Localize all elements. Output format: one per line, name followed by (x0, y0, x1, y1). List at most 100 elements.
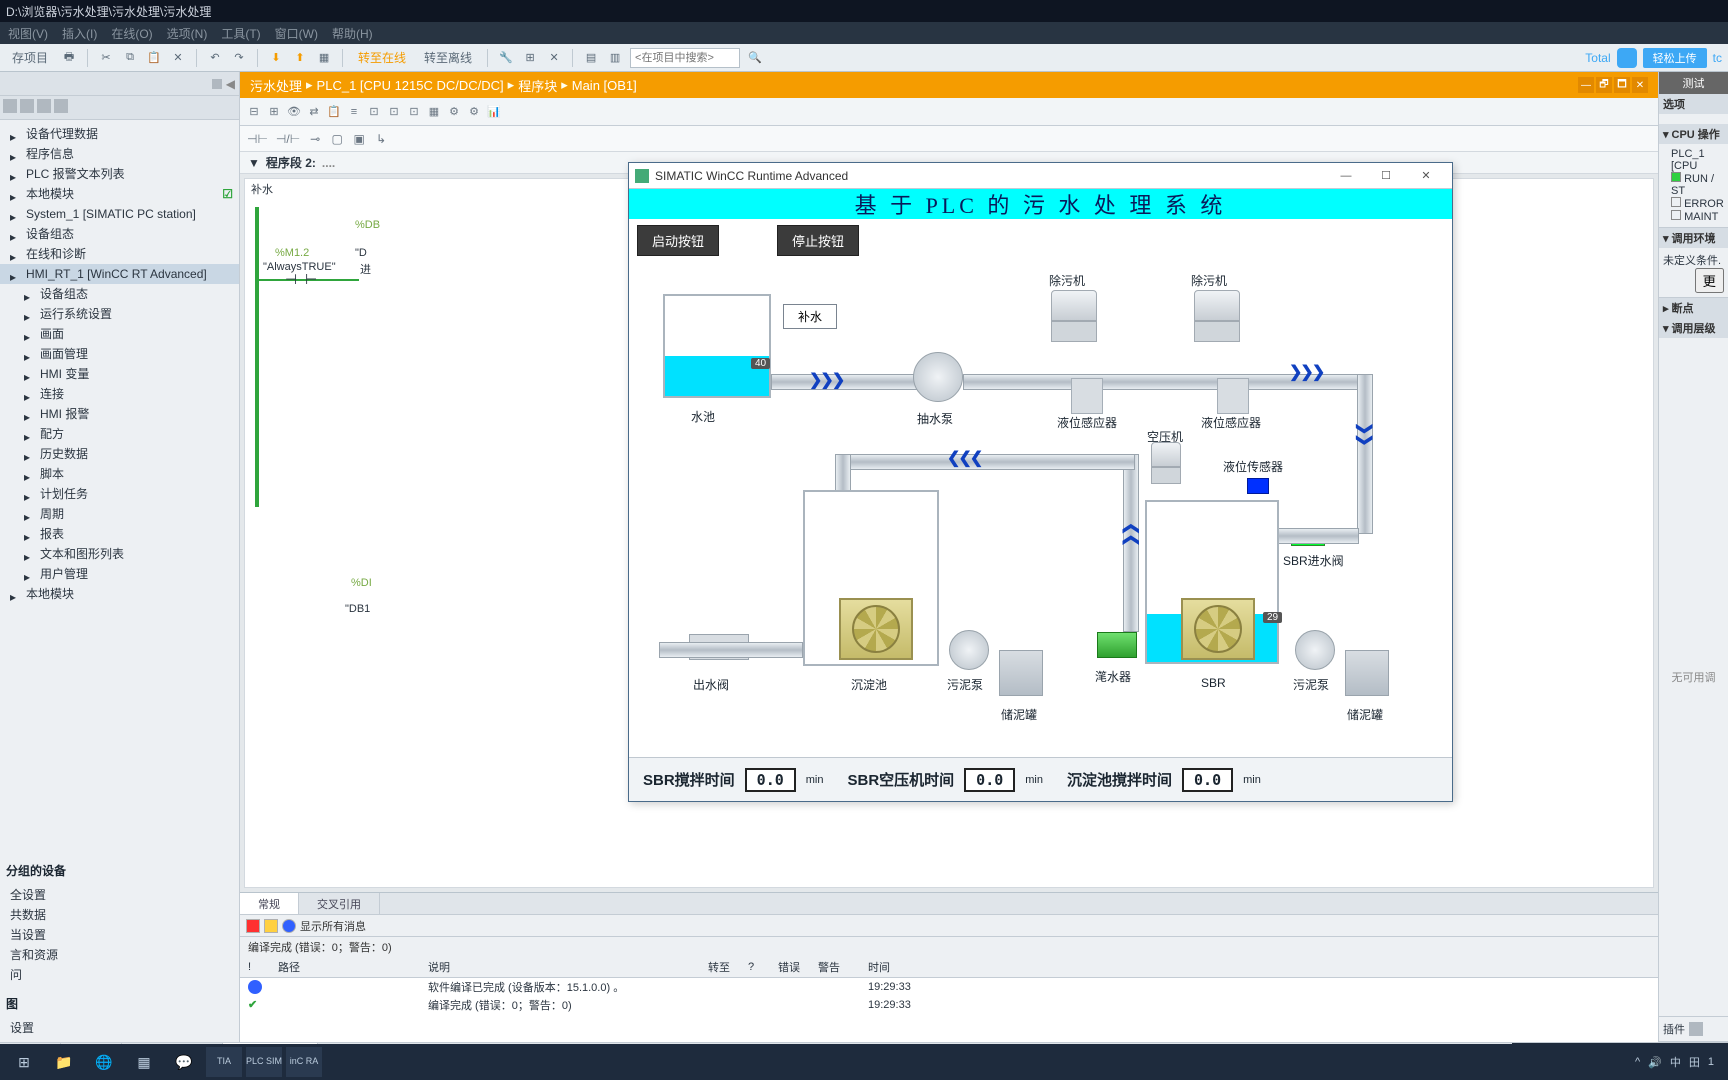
copy-icon[interactable]: ⧉ (121, 48, 139, 68)
sed-stir-value[interactable]: 0.0 (1182, 768, 1233, 792)
tree-item[interactable]: ▸本地模块☑ (0, 184, 239, 204)
callstack-header[interactable]: 调用层级 (1672, 320, 1716, 336)
tray-sound-icon[interactable]: 🔊 (1648, 1056, 1662, 1069)
tree-item[interactable]: ▸连接 (0, 384, 239, 404)
contact-icon[interactable]: ⊣⊢ (246, 131, 269, 147)
tool-icon[interactable]: ⊡ (406, 104, 422, 120)
clock[interactable]: 1 (1708, 1056, 1714, 1068)
tree-tool-icon[interactable] (3, 99, 17, 113)
menu-options[interactable]: 选项(N) (167, 25, 208, 42)
grouped-tree[interactable]: 全设置共数据当设置言和资源问 (0, 881, 239, 989)
split-icon[interactable]: ▤ (582, 48, 600, 68)
show-all-label[interactable]: 显示所有消息 (300, 918, 366, 934)
wechat-icon[interactable]: 💬 (166, 1047, 202, 1077)
tree-item[interactable]: 全设置 (0, 885, 239, 905)
output-row[interactable]: 软件编译已完成 (设备版本：15.1.0.0) 。19:29:33 (240, 978, 1658, 997)
tool-icon[interactable]: 👁 (286, 104, 302, 120)
tree-item[interactable]: 当设置 (0, 925, 239, 945)
output-table[interactable]: ! 路径 说明 转至 ? 错误 警告 时间 软件编译已完成 (设备版本：15.1… (240, 957, 1658, 1042)
split-icon[interactable]: ▥ (606, 48, 624, 68)
tool-icon[interactable]: 📋 (326, 104, 342, 120)
tool-icon[interactable]: ⊡ (366, 104, 382, 120)
tree-item[interactable]: ▸程序信息 (0, 144, 239, 164)
tree-item[interactable]: ▸周期 (0, 504, 239, 524)
col-desc[interactable]: 说明 (420, 957, 700, 978)
plugin-icon[interactable] (1689, 1022, 1703, 1036)
project-search-input[interactable] (630, 48, 740, 68)
col-warn[interactable]: 警告 (810, 957, 860, 978)
breadcrumb-item[interactable]: 程序块 (518, 76, 557, 95)
cloud-icon[interactable] (1617, 48, 1637, 68)
tray-chevron-icon[interactable]: ^ (1635, 1056, 1640, 1068)
tree-item[interactable]: ▸历史数据 (0, 444, 239, 464)
ime-indicator[interactable]: 中 (1670, 1054, 1681, 1070)
cpu-ops-header[interactable]: CPU 操作 (1672, 126, 1720, 142)
calc-icon[interactable]: ▦ (126, 1047, 162, 1077)
start-button[interactable]: 启动按钮 (637, 225, 719, 256)
tree-item[interactable]: ▸PLC 报警文本列表 (0, 164, 239, 184)
download-icon[interactable]: ⬇ (267, 48, 285, 68)
tree-item[interactable]: ▸设备组态 (0, 284, 239, 304)
breadcrumb-item[interactable]: Main [OB1] (572, 78, 637, 93)
close-icon[interactable]: ✕ (1632, 77, 1648, 93)
wincc-ra-icon[interactable]: inC RA (286, 1047, 322, 1077)
tree-item[interactable]: ▸脚本 (0, 464, 239, 484)
wincc-titlebar[interactable]: SIMATIC WinCC Runtime Advanced — ☐ ✕ (629, 163, 1452, 189)
menu-insert[interactable]: 插入(I) (62, 25, 97, 42)
restore-icon[interactable]: 🗗 (1596, 77, 1612, 93)
close-button[interactable]: ✕ (1406, 165, 1446, 187)
col-path[interactable]: 路径 (270, 957, 420, 978)
tool-icon[interactable]: ⊡ (386, 104, 402, 120)
more-button[interactable]: 更 (1695, 268, 1724, 293)
maximize-icon[interactable]: 🗖 (1614, 77, 1630, 93)
redo-icon[interactable]: ↷ (230, 48, 248, 68)
system-tray[interactable]: ^ 🔊 中 田 1 (1635, 1054, 1722, 1070)
stop-icon[interactable]: ✕ (545, 48, 563, 68)
col-q[interactable]: ? (740, 957, 770, 978)
tree-item[interactable]: ▸HMI 报警 (0, 404, 239, 424)
output-row[interactable]: ✔编译完成 (错误：0；警告：0)19:29:33 (240, 996, 1658, 1014)
tree-item[interactable]: ▸System_1 [SIMATIC PC station] (0, 204, 239, 224)
tree-item[interactable]: ▸用户管理 (0, 564, 239, 584)
cloud-upload-button[interactable]: 轻松上传 (1643, 48, 1707, 68)
tree-item[interactable]: ▸在线和诊断 (0, 244, 239, 264)
error-filter-icon[interactable] (246, 919, 260, 933)
fill-water-button[interactable]: 补水 (783, 304, 837, 329)
menu-tools[interactable]: 工具(T) (221, 25, 260, 42)
output-tab-xref[interactable]: 交叉引用 (299, 893, 380, 914)
chevron-icon[interactable]: ◀ (226, 77, 235, 91)
tool-icon[interactable]: ⊟ (246, 104, 262, 120)
col-err[interactable]: 错误 (770, 957, 810, 978)
tool-icon[interactable]: ⊞ (521, 48, 539, 68)
tree-item[interactable]: 问 (0, 965, 239, 985)
tree-item[interactable]: 设置 (0, 1018, 239, 1038)
tree-item[interactable]: ▸设备代理数据 (0, 124, 239, 144)
tree-item[interactable]: ▸画面管理 (0, 344, 239, 364)
contact-icon[interactable]: ⊣ ⊢ (285, 271, 317, 288)
tool-icon[interactable]: ▦ (426, 104, 442, 120)
call-env-header[interactable]: 调用环境 (1672, 230, 1716, 246)
coil-icon[interactable]: ⊸ (307, 131, 323, 147)
tool-icon[interactable]: ⚙ (446, 104, 462, 120)
tree-item[interactable]: ▸HMI_RT_1 [WinCC RT Advanced] (0, 264, 239, 284)
tree-item[interactable]: ▸计划任务 (0, 484, 239, 504)
tree-item[interactable]: ▸HMI 变量 (0, 364, 239, 384)
undo-icon[interactable]: ↶ (206, 48, 224, 68)
menu-window[interactable]: 窗口(W) (275, 25, 318, 42)
tree-tool-icon[interactable] (54, 99, 68, 113)
col-goto[interactable]: 转至 (700, 957, 740, 978)
tree-tool-icon[interactable] (20, 99, 34, 113)
menu-online[interactable]: 在线(O) (111, 25, 152, 42)
minimize-button[interactable]: — (1326, 165, 1366, 187)
tree-item[interactable]: ▸本地模块 (0, 584, 239, 604)
menu-help[interactable]: 帮助(H) (332, 25, 373, 42)
explorer-icon[interactable]: 📁 (46, 1047, 82, 1077)
sbr-comp-value[interactable]: 0.0 (964, 768, 1015, 792)
upload-icon[interactable]: ⬆ (291, 48, 309, 68)
tree-item[interactable]: ▸画面 (0, 324, 239, 344)
lang-indicator[interactable]: 田 (1689, 1054, 1700, 1070)
print-icon[interactable]: 🖶 (60, 48, 78, 68)
breadcrumb-item[interactable]: PLC_1 [CPU 1215C DC/DC/DC] (317, 78, 504, 93)
tree-item[interactable]: ▸配方 (0, 424, 239, 444)
tree-tool-icon[interactable] (37, 99, 51, 113)
